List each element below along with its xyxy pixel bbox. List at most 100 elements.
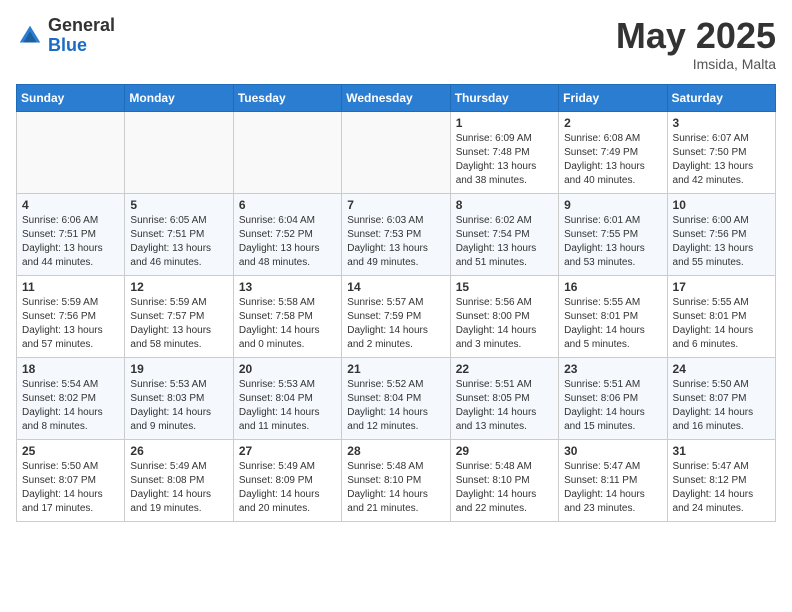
day-info: Sunrise: 5:51 AM Sunset: 8:05 PM Dayligh… bbox=[456, 378, 553, 434]
day-cell: 9Sunrise: 6:01 AM Sunset: 7:55 PM Daylig… bbox=[559, 193, 667, 275]
day-info: Sunrise: 5:54 AM Sunset: 8:02 PM Dayligh… bbox=[22, 378, 119, 434]
day-number: 3 bbox=[673, 116, 770, 130]
day-cell: 2 Sunrise: 6:08 AM Sunset: 7:49 PM Daylig… bbox=[559, 111, 667, 193]
weekday-header-saturday: Saturday bbox=[667, 84, 775, 111]
month-title: May 2025 bbox=[616, 16, 776, 56]
day-cell: 18 Sunrise: 5:54 AM Sunset: 8:02 PM Dayli… bbox=[17, 357, 125, 439]
day-info: Sunrise: 5:47 AM Sunset: 8:12 PM Dayligh… bbox=[673, 460, 770, 516]
day-number: 15 bbox=[456, 280, 553, 294]
day-info: Sunrise: 5:50 AM Sunset: 8:07 PM Dayligh… bbox=[22, 460, 119, 516]
day-cell: 1 Sunrise: 6:09 AM Sunset: 7:48 PM Daylig… bbox=[450, 111, 558, 193]
weekday-header-wednesday: Wednesday bbox=[342, 84, 450, 111]
week-row-4: 18 Sunrise: 5:54 AM Sunset: 8:02 PM Dayli… bbox=[17, 357, 776, 439]
day-info: Sunrise: 5:58 AM Sunset: 7:58 PM Dayligh… bbox=[239, 296, 336, 352]
day-cell: 28 Sunrise: 5:48 AM Sunset: 8:10 PM Dayli… bbox=[342, 439, 450, 521]
day-number: 11 bbox=[22, 280, 119, 294]
day-number: 6 bbox=[239, 198, 336, 212]
day-number: 28 bbox=[347, 444, 444, 458]
day-number: 29 bbox=[456, 444, 553, 458]
logo-blue: Blue bbox=[48, 36, 115, 56]
day-number: 14 bbox=[347, 280, 444, 294]
day-cell: 16 Sunrise: 5:55 AM Sunset: 8:01 PM Dayli… bbox=[559, 275, 667, 357]
day-number: 19 bbox=[130, 362, 227, 376]
day-number: 12 bbox=[130, 280, 227, 294]
day-cell: 25Sunrise: 5:50 AM Sunset: 8:07 PM Dayli… bbox=[17, 439, 125, 521]
weekday-header-sunday: Sunday bbox=[17, 84, 125, 111]
day-cell: 13 Sunrise: 5:58 AM Sunset: 7:58 PM Dayli… bbox=[233, 275, 341, 357]
day-cell: 17 Sunrise: 5:55 AM Sunset: 8:01 PM Dayli… bbox=[667, 275, 775, 357]
day-info: Sunrise: 6:02 AM Sunset: 7:54 PM Dayligh… bbox=[456, 214, 553, 270]
day-cell: 31 Sunrise: 5:47 AM Sunset: 8:12 PM Dayli… bbox=[667, 439, 775, 521]
day-cell: 14 Sunrise: 5:57 AM Sunset: 7:59 PM Dayli… bbox=[342, 275, 450, 357]
day-info: Sunrise: 5:48 AM Sunset: 8:10 PM Dayligh… bbox=[347, 460, 444, 516]
day-info: Sunrise: 5:57 AM Sunset: 7:59 PM Dayligh… bbox=[347, 296, 444, 352]
day-info: Sunrise: 5:55 AM Sunset: 8:01 PM Dayligh… bbox=[564, 296, 661, 352]
day-info: Sunrise: 5:50 AM Sunset: 8:07 PM Dayligh… bbox=[673, 378, 770, 434]
day-cell: 29 Sunrise: 5:48 AM Sunset: 8:10 PM Dayli… bbox=[450, 439, 558, 521]
location: Imsida, Malta bbox=[616, 56, 776, 72]
week-row-5: 25Sunrise: 5:50 AM Sunset: 8:07 PM Dayli… bbox=[17, 439, 776, 521]
calendar: SundayMondayTuesdayWednesdayThursdayFrid… bbox=[16, 84, 776, 522]
day-info: Sunrise: 5:51 AM Sunset: 8:06 PM Dayligh… bbox=[564, 378, 661, 434]
day-number: 9 bbox=[564, 198, 661, 212]
day-number: 5 bbox=[130, 198, 227, 212]
day-cell: 10 Sunrise: 6:00 AM Sunset: 7:56 PM Dayli… bbox=[667, 193, 775, 275]
day-cell: 30 Sunrise: 5:47 AM Sunset: 8:11 PM Dayli… bbox=[559, 439, 667, 521]
day-number: 31 bbox=[673, 444, 770, 458]
day-info: Sunrise: 5:59 AM Sunset: 7:56 PM Dayligh… bbox=[22, 296, 119, 352]
day-cell: 24 Sunrise: 5:50 AM Sunset: 8:07 PM Dayli… bbox=[667, 357, 775, 439]
day-number: 10 bbox=[673, 198, 770, 212]
day-cell: 20Sunrise: 5:53 AM Sunset: 8:04 PM Dayli… bbox=[233, 357, 341, 439]
day-number: 17 bbox=[673, 280, 770, 294]
weekday-header-row: SundayMondayTuesdayWednesdayThursdayFrid… bbox=[17, 84, 776, 111]
day-number: 20 bbox=[239, 362, 336, 376]
day-info: Sunrise: 6:07 AM Sunset: 7:50 PM Dayligh… bbox=[673, 132, 770, 188]
weekday-header-friday: Friday bbox=[559, 84, 667, 111]
day-info: Sunrise: 6:04 AM Sunset: 7:52 PM Dayligh… bbox=[239, 214, 336, 270]
day-cell: 22 Sunrise: 5:51 AM Sunset: 8:05 PM Dayli… bbox=[450, 357, 558, 439]
day-info: Sunrise: 5:47 AM Sunset: 8:11 PM Dayligh… bbox=[564, 460, 661, 516]
day-cell bbox=[125, 111, 233, 193]
week-row-1: 1 Sunrise: 6:09 AM Sunset: 7:48 PM Daylig… bbox=[17, 111, 776, 193]
day-cell: 4 Sunrise: 6:06 AM Sunset: 7:51 PM Daylig… bbox=[17, 193, 125, 275]
day-number: 18 bbox=[22, 362, 119, 376]
day-cell: 5 Sunrise: 6:05 AM Sunset: 7:51 PM Daylig… bbox=[125, 193, 233, 275]
day-cell: 3 Sunrise: 6:07 AM Sunset: 7:50 PM Daylig… bbox=[667, 111, 775, 193]
week-row-2: 4 Sunrise: 6:06 AM Sunset: 7:51 PM Daylig… bbox=[17, 193, 776, 275]
day-info: Sunrise: 5:49 AM Sunset: 8:08 PM Dayligh… bbox=[130, 460, 227, 516]
day-cell: 8Sunrise: 6:02 AM Sunset: 7:54 PM Daylig… bbox=[450, 193, 558, 275]
day-info: Sunrise: 5:56 AM Sunset: 8:00 PM Dayligh… bbox=[456, 296, 553, 352]
day-info: Sunrise: 5:55 AM Sunset: 8:01 PM Dayligh… bbox=[673, 296, 770, 352]
day-number: 24 bbox=[673, 362, 770, 376]
day-info: Sunrise: 6:00 AM Sunset: 7:56 PM Dayligh… bbox=[673, 214, 770, 270]
day-info: Sunrise: 5:49 AM Sunset: 8:09 PM Dayligh… bbox=[239, 460, 336, 516]
day-info: Sunrise: 6:05 AM Sunset: 7:51 PM Dayligh… bbox=[130, 214, 227, 270]
day-info: Sunrise: 5:53 AM Sunset: 8:03 PM Dayligh… bbox=[130, 378, 227, 434]
logo-text: General Blue bbox=[48, 16, 115, 56]
day-cell bbox=[342, 111, 450, 193]
logo-icon bbox=[16, 22, 44, 50]
week-row-3: 11 Sunrise: 5:59 AM Sunset: 7:56 PM Dayli… bbox=[17, 275, 776, 357]
day-info: Sunrise: 6:06 AM Sunset: 7:51 PM Dayligh… bbox=[22, 214, 119, 270]
day-number: 16 bbox=[564, 280, 661, 294]
day-cell bbox=[17, 111, 125, 193]
weekday-header-monday: Monday bbox=[125, 84, 233, 111]
day-cell: 19 Sunrise: 5:53 AM Sunset: 8:03 PM Dayli… bbox=[125, 357, 233, 439]
day-cell: 15 Sunrise: 5:56 AM Sunset: 8:00 PM Dayli… bbox=[450, 275, 558, 357]
day-number: 1 bbox=[456, 116, 553, 130]
day-number: 2 bbox=[564, 116, 661, 130]
day-info: Sunrise: 5:59 AM Sunset: 7:57 PM Dayligh… bbox=[130, 296, 227, 352]
day-number: 23 bbox=[564, 362, 661, 376]
logo-general: General bbox=[48, 16, 115, 36]
day-info: Sunrise: 6:08 AM Sunset: 7:49 PM Dayligh… bbox=[564, 132, 661, 188]
day-cell: 23 Sunrise: 5:51 AM Sunset: 8:06 PM Dayli… bbox=[559, 357, 667, 439]
day-number: 22 bbox=[456, 362, 553, 376]
day-number: 4 bbox=[22, 198, 119, 212]
weekday-header-tuesday: Tuesday bbox=[233, 84, 341, 111]
day-number: 30 bbox=[564, 444, 661, 458]
day-info: Sunrise: 5:48 AM Sunset: 8:10 PM Dayligh… bbox=[456, 460, 553, 516]
day-cell: 27Sunrise: 5:49 AM Sunset: 8:09 PM Dayli… bbox=[233, 439, 341, 521]
day-number: 13 bbox=[239, 280, 336, 294]
day-info: Sunrise: 6:09 AM Sunset: 7:48 PM Dayligh… bbox=[456, 132, 553, 188]
day-cell bbox=[233, 111, 341, 193]
